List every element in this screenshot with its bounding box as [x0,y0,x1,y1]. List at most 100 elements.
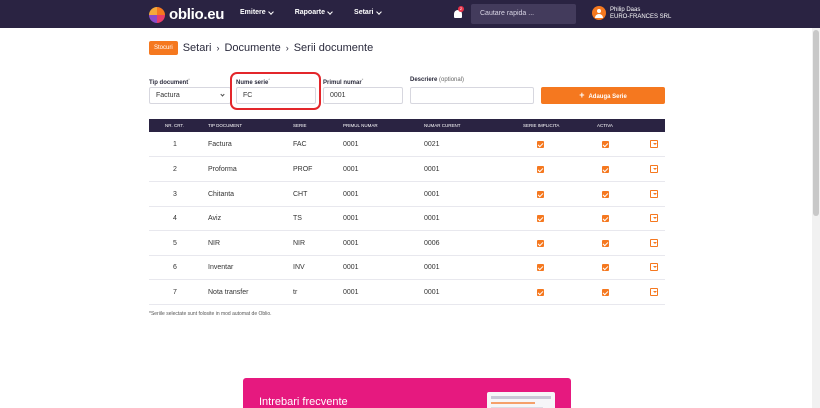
serie-implicita-checkbox[interactable] [537,166,544,173]
row-actions-dropdown-icon[interactable] [650,190,658,198]
cell-primul: 0001 [343,215,359,222]
activa-checkbox[interactable] [602,264,609,271]
cell-primul: 0001 [343,166,359,173]
user-avatar[interactable] [592,6,606,20]
nav-emitere-label: Emitere [240,9,266,16]
descriere-label: Descriere (optional) [410,77,464,83]
row-actions-dropdown-icon[interactable] [650,140,658,148]
breadcrumb-separator: › [285,43,289,53]
row-actions-dropdown-icon[interactable] [650,263,658,271]
col-numar-curent: NUMAR CURENT [424,123,461,128]
activa-checkbox[interactable] [602,141,609,148]
descriere-input[interactable] [410,87,534,104]
main-nav: Emitere Rapoarte Setari [240,8,382,16]
faq-title: Intrebari frecvente [259,396,348,408]
row-actions-dropdown-icon[interactable] [650,239,658,247]
scrollbar-thumb[interactable] [813,30,819,216]
breadcrumb-setari[interactable]: Setari [183,42,212,54]
breadcrumb-documente[interactable]: Documente [224,42,280,54]
cell-tip: Inventar [208,264,234,271]
chevron-down-icon [267,8,274,15]
table-row: 7 Nota transfer tr 0001 0001 [149,280,665,305]
avatar-head [597,9,601,13]
cell-tip: Proforma [208,166,237,173]
logo[interactable]: oblio.eu [149,6,224,23]
tip-document-value: Factura [156,92,180,99]
cell-tip: Aviz [208,215,222,222]
logo-icon [149,6,165,23]
row-actions-dropdown-icon[interactable] [650,288,658,296]
cell-serie: PROF [293,166,313,173]
serie-implicita-checkbox[interactable] [537,264,544,271]
table-row: 1 Factura FAC 0001 0021 [149,132,665,157]
nav-setari[interactable]: Setari [354,8,382,16]
cell-serie: TS [293,215,302,222]
activa-checkbox[interactable] [602,215,609,222]
breadcrumb-separator: › [216,43,220,53]
logo-text: oblio.eu [169,6,225,23]
cell-tip: Nota transfer [208,289,249,296]
activa-checkbox[interactable] [602,289,609,296]
footnote: *Seriile selectate sunt folosite in mod … [149,311,272,317]
adauga-serie-label: Adauga Serie [588,94,627,100]
primul-numar-label-text: Primul numar [323,80,362,86]
serie-implicita-checkbox[interactable] [537,141,544,148]
nav-setari-label: Setari [354,9,374,16]
chevron-down-icon [327,8,333,15]
nav-emitere[interactable]: Emitere [240,8,274,16]
primul-numar-label: Primul numar* [323,77,364,86]
stocuri-button[interactable]: Stocuri [149,41,178,55]
table-row: 2 Proforma PROF 0001 0001 [149,157,665,182]
cell-nr: 2 [173,166,177,173]
nav-rapoarte-label: Rapoarte [294,9,326,16]
tip-document-select[interactable]: Factura [149,87,231,104]
primul-numar-input[interactable]: 0001 [323,87,403,104]
cell-curent: 0001 [424,215,440,222]
tip-document-label: Tip document* [149,77,190,86]
cell-nr: 6 [173,264,177,271]
search-input[interactable]: Cautare rapida ... [471,4,576,24]
faq-banner[interactable]: Intrebari frecvente [243,378,571,408]
cell-nr: 5 [173,240,177,247]
serie-implicita-checkbox[interactable] [537,215,544,222]
col-activa: ACTIVA [597,123,613,128]
activa-checkbox[interactable] [602,240,609,247]
col-serie-implicita: SERIE IMPLICITA [523,123,560,128]
cell-curent: 0001 [424,264,440,271]
activa-checkbox[interactable] [602,166,609,173]
cell-curent: 0006 [424,240,440,247]
breadcrumb-serii-documente: Serii documente [293,42,374,54]
page-scrollbar[interactable] [812,28,820,408]
cell-tip: Chitanta [208,191,235,198]
row-actions-dropdown-icon[interactable] [650,214,658,222]
cell-tip: Factura [208,141,232,148]
user-info[interactable]: Philip Daas EURO-FRANCES SRL [610,7,671,21]
cell-nr: 4 [173,215,177,222]
cell-serie: CHT [293,191,308,198]
cell-nr: 7 [173,289,177,296]
cell-curent: 0021 [424,141,440,148]
preview-line [491,396,551,399]
cell-primul: 0001 [343,264,359,271]
table-header: NR. CRT. TIP DOCUMENT SERIE PRIMUL NUMAR… [149,119,665,132]
serie-implicita-checkbox[interactable] [537,191,544,198]
nav-rapoarte[interactable]: Rapoarte [294,8,333,16]
col-primul-numar: PRIMUL NUMAR [343,123,378,128]
serie-implicita-checkbox[interactable] [537,240,544,247]
avatar-body [595,14,603,18]
serie-implicita-checkbox[interactable] [537,289,544,296]
tip-document-label-text: Tip document [149,80,189,86]
descriere-label-text: Descriere [410,77,438,83]
cell-serie: tr [293,289,298,296]
activa-checkbox[interactable] [602,191,609,198]
faq-preview-image [487,392,555,408]
cell-curent: 0001 [424,191,440,198]
cell-nr: 1 [173,141,177,148]
notifications-bell-icon[interactable]: 2 [453,6,464,19]
user-company: EURO-FRANCES SRL [610,14,672,20]
plus-icon: + [579,90,585,100]
table-row: 4 Aviz TS 0001 0001 [149,206,665,231]
adauga-serie-button[interactable]: + Adauga Serie [541,87,665,104]
row-actions-dropdown-icon[interactable] [650,165,658,173]
cell-curent: 0001 [424,289,440,296]
